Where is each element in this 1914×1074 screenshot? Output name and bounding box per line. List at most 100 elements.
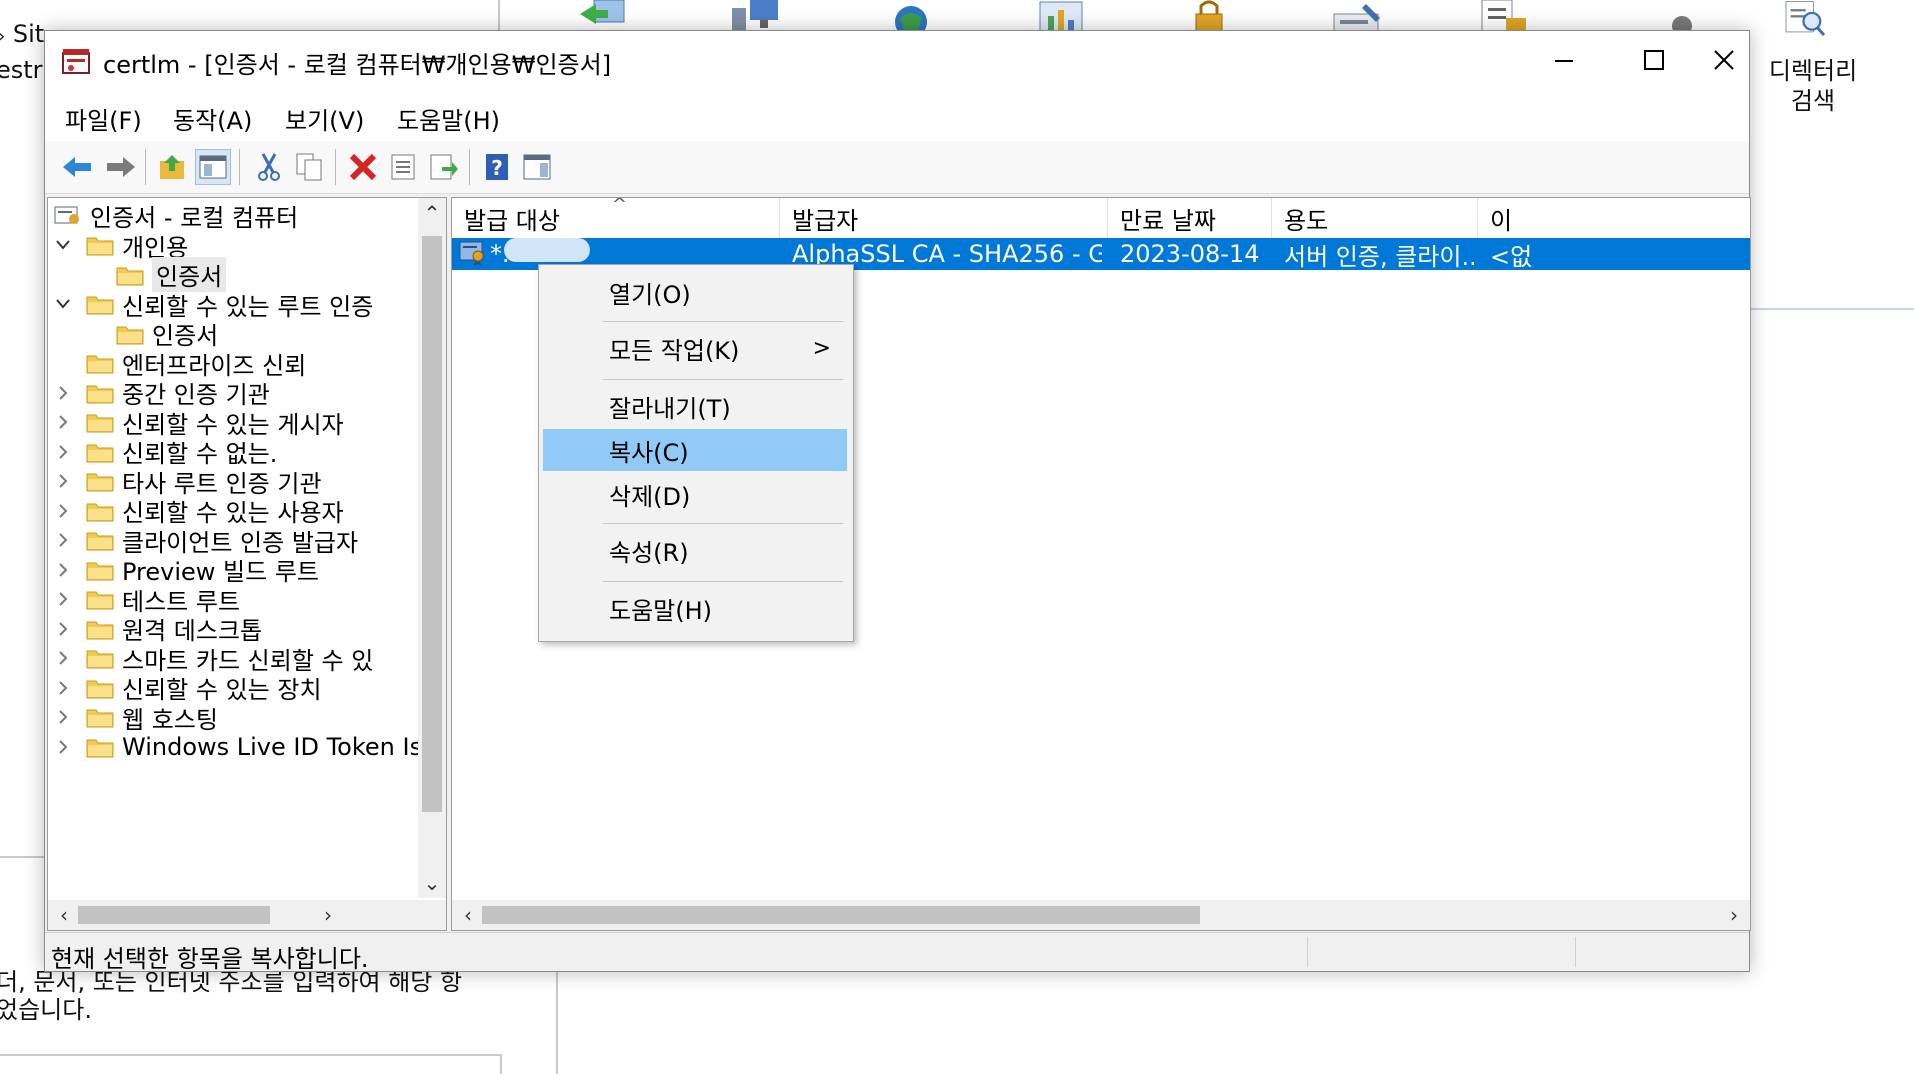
scroll-left-icon[interactable]: ‹	[454, 900, 482, 930]
title-bar[interactable]: certlm - [인증서 - 로컬 컴퓨터₩개인용₩인증서]	[45, 31, 1749, 89]
menu-separator	[603, 379, 843, 380]
menu-separator	[603, 523, 843, 524]
action-pane-button[interactable]	[519, 149, 555, 185]
toolbar-separator	[145, 149, 146, 185]
menu-item-delete[interactable]: 삭제(D)	[543, 473, 847, 515]
tree-item[interactable]: Windows Live ID Token Is	[52, 730, 422, 764]
context-menu: 열기(O) 모든 작업(K) > 잘라내기(T) 복사(C) 삭제(D) 속성(…	[538, 264, 854, 642]
bg-divider	[500, 1054, 502, 1074]
chevron-right-icon[interactable]	[52, 739, 74, 755]
column-issuer[interactable]: 발급자	[780, 198, 1108, 238]
column-friendly-name-label: 이	[1490, 206, 1513, 235]
folder-icon	[86, 444, 114, 462]
bg-divider	[0, 1054, 502, 1056]
status-divider	[1307, 937, 1308, 967]
list-hscroll-thumb[interactable]	[482, 906, 1200, 924]
cut-icon	[258, 153, 280, 181]
menu-view[interactable]: 보기(V)	[285, 101, 364, 136]
chevron-right-icon[interactable]	[52, 591, 74, 607]
minimize-button[interactable]	[1519, 31, 1609, 89]
forward-button[interactable]	[103, 149, 139, 185]
tree-scroll-thumb[interactable]	[422, 236, 442, 812]
chevron-down-icon[interactable]	[52, 298, 74, 310]
show-hide-tree-button[interactable]	[195, 149, 231, 185]
menu-item-properties[interactable]: 속성(R)	[543, 529, 847, 571]
toolbar-separator	[335, 149, 336, 185]
delete-button[interactable]	[345, 149, 381, 185]
folder-icon	[86, 709, 114, 728]
menu-action[interactable]: 동작(A)	[173, 101, 252, 136]
column-expiry[interactable]: 만료 날짜	[1108, 198, 1272, 238]
menu-help[interactable]: 도움말(H)	[397, 101, 500, 136]
chevron-right-icon[interactable]	[52, 473, 74, 489]
menu-item-cut[interactable]: 잘라내기(T)	[543, 385, 847, 427]
folder-icon	[86, 237, 114, 256]
column-friendly-name[interactable]: 이	[1478, 198, 1750, 238]
chevron-right-icon[interactable]	[52, 562, 74, 578]
scroll-left-icon[interactable]: ‹	[50, 900, 78, 930]
folder-icon	[116, 326, 144, 344]
export-list-button[interactable]	[425, 149, 461, 185]
properties-button[interactable]	[385, 149, 421, 185]
tree-horizontal-scrollbar[interactable]: ‹ ›	[48, 900, 446, 930]
help-button[interactable]: ?	[479, 149, 515, 185]
menu-item-help[interactable]: 도움말(H)	[543, 587, 847, 629]
folder-icon	[86, 385, 114, 403]
tree-vertical-scrollbar[interactable]: ⌃ ⌄	[418, 198, 446, 898]
column-purpose[interactable]: 용도	[1272, 198, 1478, 238]
bg-divider	[1750, 308, 1914, 310]
action-pane-icon	[523, 154, 551, 180]
chevron-right-icon[interactable]	[52, 503, 74, 519]
submenu-arrow-icon: >	[812, 335, 831, 361]
directory-search-icon[interactable]	[1776, 0, 1834, 38]
chevron-right-icon[interactable]	[52, 709, 74, 725]
chevron-right-icon[interactable]	[52, 680, 74, 696]
chevron-down-icon[interactable]	[52, 239, 74, 251]
menu-item-all-tasks[interactable]: 모든 작업(K) >	[543, 327, 847, 369]
tree-pane: 인증서 - 로컬 컴퓨터 개인용 인증서 신뢰할 수 있는 루트 인증 인증서 엔터프라…	[47, 197, 447, 931]
chevron-right-icon[interactable]	[52, 444, 74, 460]
chevron-right-icon[interactable]	[52, 621, 74, 637]
chevron-right-icon[interactable]	[52, 385, 74, 401]
certificate-icon	[459, 241, 484, 266]
status-divider	[1575, 937, 1576, 967]
sort-ascending-icon: ^	[612, 197, 628, 215]
column-issued-to[interactable]: 발급 대상 ^	[452, 198, 780, 238]
cut-button[interactable]	[251, 149, 287, 185]
close-icon	[1714, 50, 1734, 70]
menu-item-cut-label: 잘라내기(T)	[609, 394, 731, 423]
tree-hscroll-thumb[interactable]	[78, 906, 270, 924]
copy-icon	[296, 153, 322, 181]
up-folder-icon	[160, 155, 184, 179]
copy-button[interactable]	[291, 149, 327, 185]
scroll-right-icon[interactable]: ›	[314, 900, 342, 930]
scroll-down-icon[interactable]: ⌄	[418, 868, 446, 898]
menu-item-properties-label: 속성(R)	[609, 538, 689, 567]
bg-divider	[556, 970, 558, 1074]
show-hide-tree-icon	[199, 155, 227, 179]
svg-text:?: ?	[491, 156, 503, 180]
menu-item-copy[interactable]: 복사(C)	[543, 429, 847, 471]
folder-icon	[86, 739, 114, 757]
chevron-right-icon[interactable]	[52, 532, 74, 548]
directory-search-label[interactable]: 디렉터리 검색	[1748, 56, 1878, 116]
menu-item-all-tasks-label: 모든 작업(K)	[609, 336, 740, 365]
scroll-right-icon[interactable]: ›	[1720, 900, 1748, 930]
folder-icon	[86, 621, 114, 639]
maximize-button[interactable]	[1609, 31, 1699, 89]
chevron-right-icon[interactable]	[52, 414, 74, 430]
menu-item-open-label: 열기(O)	[609, 280, 691, 309]
menu-file[interactable]: 파일(F)	[65, 101, 142, 136]
chevron-right-icon[interactable]	[52, 650, 74, 666]
list-horizontal-scrollbar[interactable]: ‹ ›	[452, 900, 1750, 930]
redacted-subject	[504, 238, 590, 262]
up-folder-button[interactable]	[155, 149, 191, 185]
menu-item-open[interactable]: 열기(O)	[543, 271, 847, 313]
column-issued-to-label: 발급 대상	[464, 206, 560, 235]
back-button[interactable]	[59, 149, 95, 185]
scroll-up-icon[interactable]: ⌃	[418, 198, 446, 228]
menu-item-help-label: 도움말(H)	[609, 596, 713, 625]
bg-site-text: › Sit	[0, 20, 45, 48]
folder-icon	[86, 414, 114, 433]
close-button[interactable]	[1699, 31, 1749, 89]
